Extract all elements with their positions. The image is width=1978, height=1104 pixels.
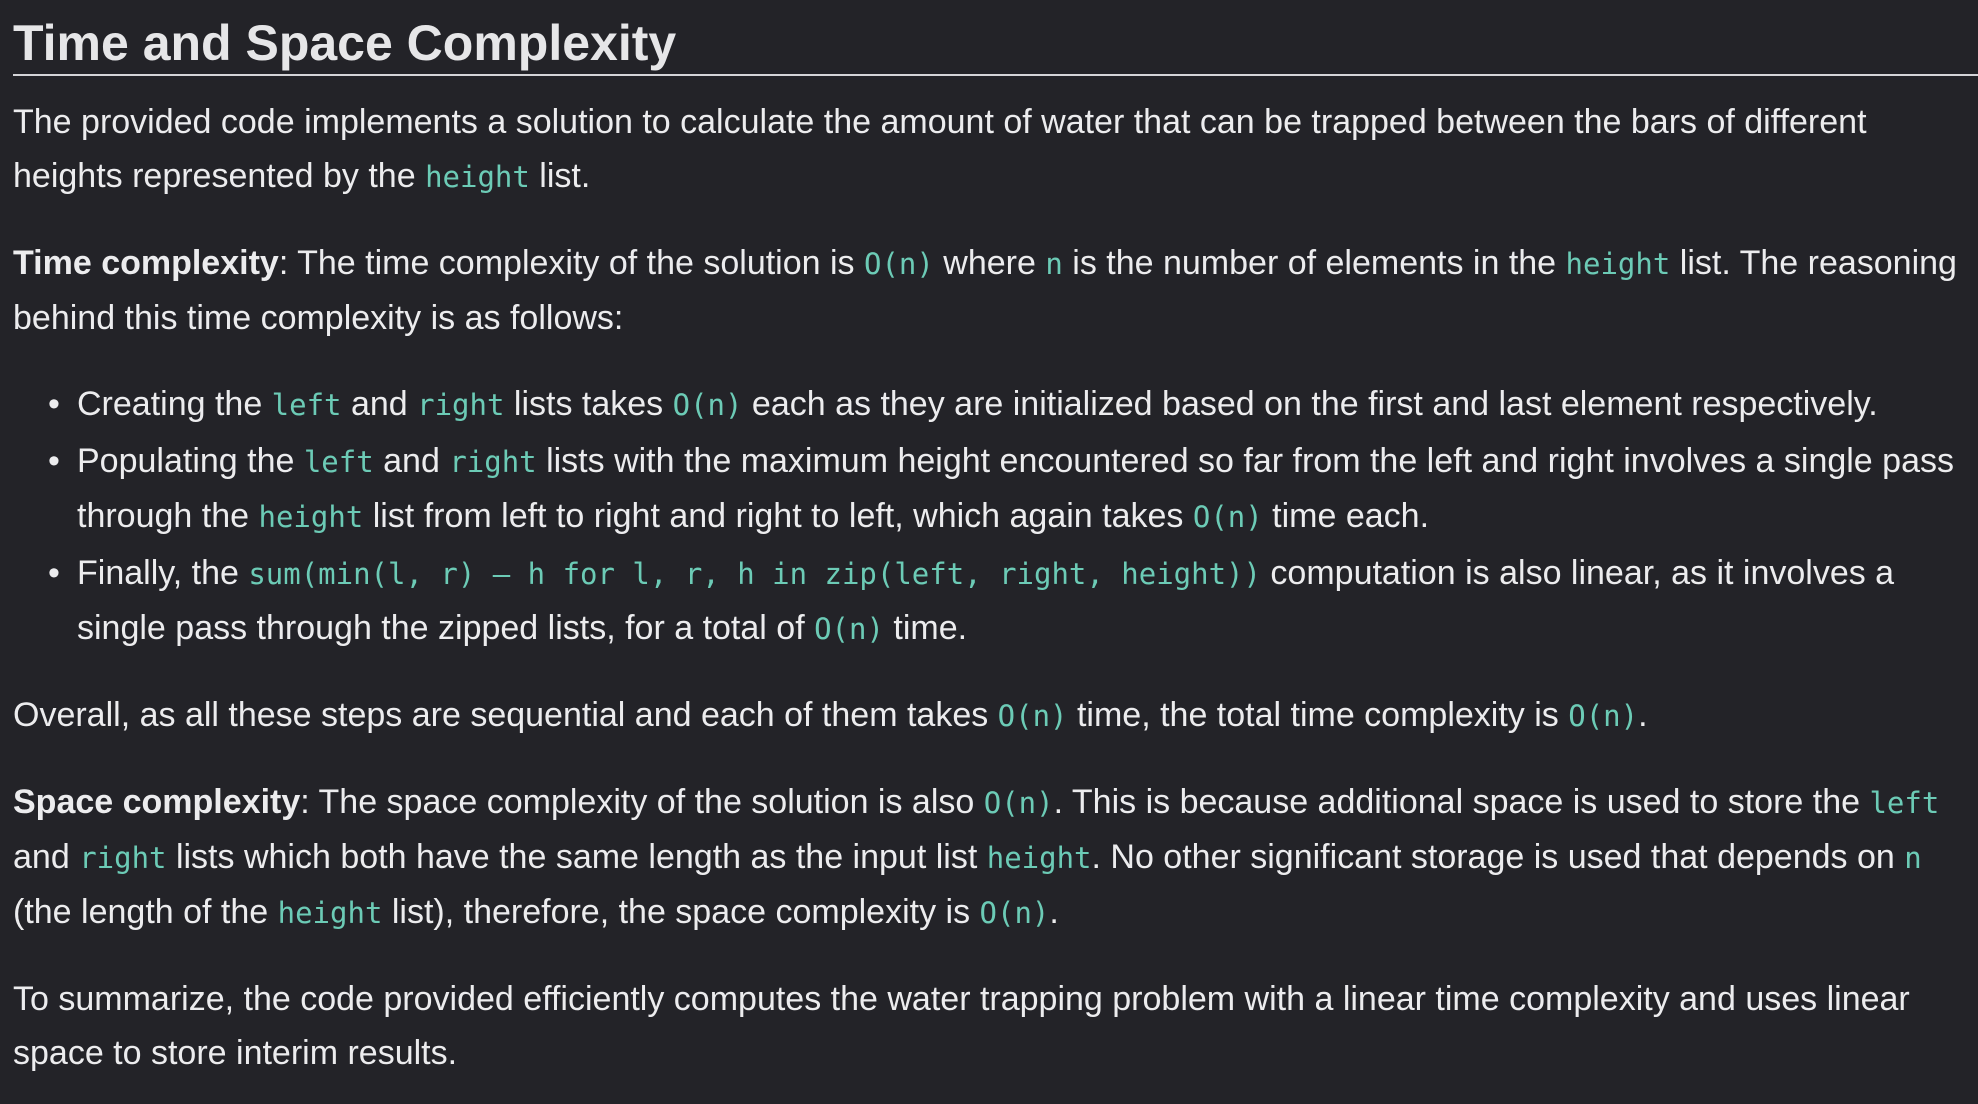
inline-code: O(n) — [979, 896, 1050, 930]
inline-code: height — [1565, 247, 1671, 281]
paragraph-text: is the number of elements in the — [1062, 244, 1566, 282]
inline-code: O(n) — [672, 388, 743, 422]
inline-code: sum(min(l, r) – h for l, r, h in zip(lef… — [248, 557, 1261, 591]
reasoning-list: • Creating the left and right lists takes… — [13, 377, 1978, 656]
list-item: • Finally, the sum(min(l, r) – h for l, r… — [48, 546, 1978, 656]
list-text: lists takes — [504, 385, 673, 423]
list-text: each as they are initialized based on th… — [742, 385, 1878, 423]
inline-code: O(n) — [1192, 500, 1263, 534]
inline-code: O(n) — [1568, 699, 1639, 733]
bullet-icon: • — [48, 442, 60, 480]
time-complexity-paragraph: Time complexity: The time complexity of … — [13, 236, 1978, 345]
inline-code: height — [986, 841, 1092, 875]
inline-code: left — [1869, 786, 1940, 820]
paragraph-text: Overall, as all these steps are sequenti… — [13, 696, 998, 734]
paragraph-text: list), therefore, the space complexity i… — [382, 893, 980, 931]
inline-code: height — [425, 160, 530, 194]
paragraph-text: (the length of the — [13, 893, 278, 931]
inline-code: left — [271, 388, 342, 422]
paragraph-text: and — [13, 838, 80, 876]
bullet-icon: • — [48, 385, 60, 423]
list-text: Creating the — [77, 385, 272, 423]
intro-text: list. — [529, 157, 591, 195]
paragraph-text: . This is because additional space is us… — [1053, 783, 1870, 821]
inline-code: O(n) — [814, 612, 884, 646]
list-item: • Populating the left and right lists wit… — [48, 434, 1978, 544]
inline-code: O(n) — [864, 247, 934, 281]
list-text: time. — [883, 609, 968, 647]
paragraph-text: : The space complexity of the solution i… — [300, 783, 984, 821]
inline-code: O(n) — [983, 786, 1054, 820]
bullet-icon: • — [48, 554, 60, 592]
paragraph-text: where — [933, 244, 1046, 282]
list-text: and — [341, 385, 418, 423]
intro-paragraph: The provided code implements a solution … — [13, 95, 1978, 204]
time-complexity-label: Time complexity — [13, 244, 279, 282]
inline-code: O(n) — [997, 699, 1068, 733]
inline-code: n — [1045, 247, 1063, 281]
list-item: • Creating the left and right lists takes… — [48, 377, 1978, 432]
paragraph-text: To summarize, the code provided efficien… — [13, 980, 1910, 1072]
overall-paragraph: Overall, as all these steps are sequenti… — [13, 688, 1978, 743]
inline-code: left — [303, 445, 374, 479]
list-text: time each. — [1262, 497, 1430, 535]
inline-code: n — [1904, 841, 1922, 875]
paragraph-text: time, the total time complexity is — [1067, 696, 1569, 734]
section-heading: Time and Space Complexity — [13, 0, 1978, 76]
list-text: Finally, the — [77, 554, 249, 592]
paragraph-text: lists which both have the same length as… — [166, 838, 987, 876]
inline-code: height — [258, 500, 364, 534]
inline-code: right — [79, 841, 167, 875]
summary-paragraph: To summarize, the code provided efficien… — [13, 972, 1978, 1080]
space-complexity-label: Space complexity — [13, 783, 301, 821]
paragraph-text: . — [1638, 696, 1648, 734]
inline-code: height — [277, 896, 383, 930]
list-text: and — [373, 442, 450, 480]
paragraph-text: . No other significant storage is used t… — [1091, 838, 1905, 876]
inline-code: right — [449, 445, 537, 479]
list-text: Populating the — [77, 442, 304, 480]
space-complexity-paragraph: Space complexity: The space complexity o… — [13, 775, 1978, 940]
intro-text: The provided code implements a solution … — [13, 103, 1867, 195]
paragraph-text: : The time complexity of the solution is — [278, 244, 865, 282]
inline-code: right — [417, 388, 505, 422]
list-text: list from left to right and right to lef… — [363, 497, 1193, 535]
paragraph-text: . — [1049, 893, 1059, 931]
document-page: Time and Space Complexity The provided c… — [0, 0, 1978, 1104]
